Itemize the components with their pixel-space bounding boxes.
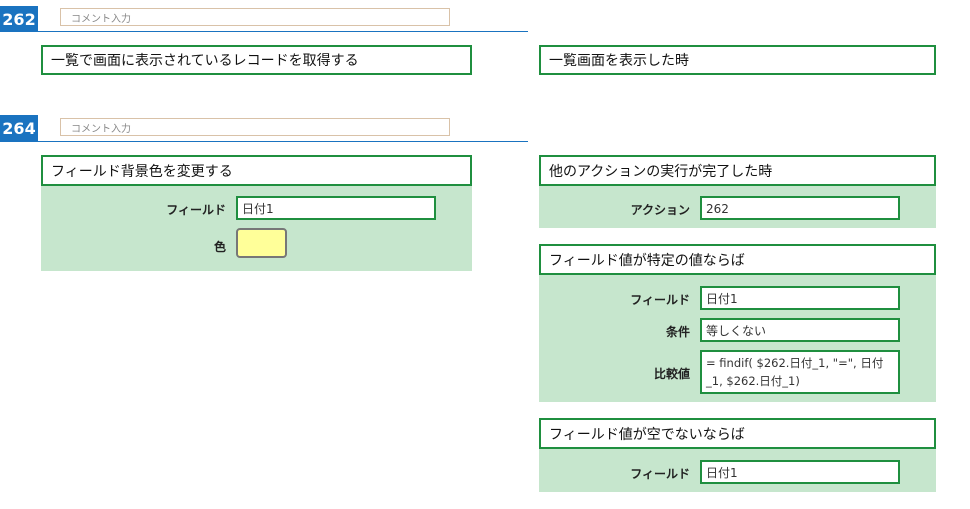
field-label: フィールド — [630, 293, 690, 307]
trigger-block-header[interactable]: フィールド値が特定の値ならば — [539, 244, 936, 275]
condition-input[interactable]: 等しくない — [700, 318, 900, 342]
row-divider — [38, 141, 528, 142]
row-number-264: 264 — [0, 115, 38, 142]
trigger-block-header[interactable]: 一覧画面を表示した時 — [539, 45, 936, 75]
action-block-header[interactable]: 一覧で画面に表示されているレコードを取得する — [41, 45, 472, 75]
compare-input[interactable]: = findif( $262.日付_1, "=", 日付_1, $262.日付_… — [700, 350, 900, 394]
row-number-262: 262 — [0, 6, 38, 32]
comment-input[interactable]: コメント入力 — [60, 118, 450, 136]
color-label: 色 — [213, 240, 226, 254]
field-input[interactable]: 日付1 — [236, 196, 436, 220]
action-input[interactable]: 262 — [700, 196, 900, 220]
trigger-block-header[interactable]: 他のアクションの実行が完了した時 — [539, 155, 936, 186]
action-block-header[interactable]: フィールド背景色を変更する — [41, 155, 472, 186]
compare-label: 比較値 — [653, 367, 690, 381]
field-label: フィールド — [630, 467, 690, 481]
action-label: アクション — [630, 203, 690, 217]
color-swatch[interactable] — [236, 228, 287, 258]
condition-label: 条件 — [665, 325, 690, 339]
trigger-block-header[interactable]: フィールド値が空でないならば — [539, 418, 936, 449]
field-input[interactable]: 日付1 — [700, 460, 900, 484]
row-divider — [38, 31, 528, 32]
field-input[interactable]: 日付1 — [700, 286, 900, 310]
comment-input[interactable]: コメント入力 — [60, 8, 450, 26]
field-label: フィールド — [166, 203, 226, 217]
